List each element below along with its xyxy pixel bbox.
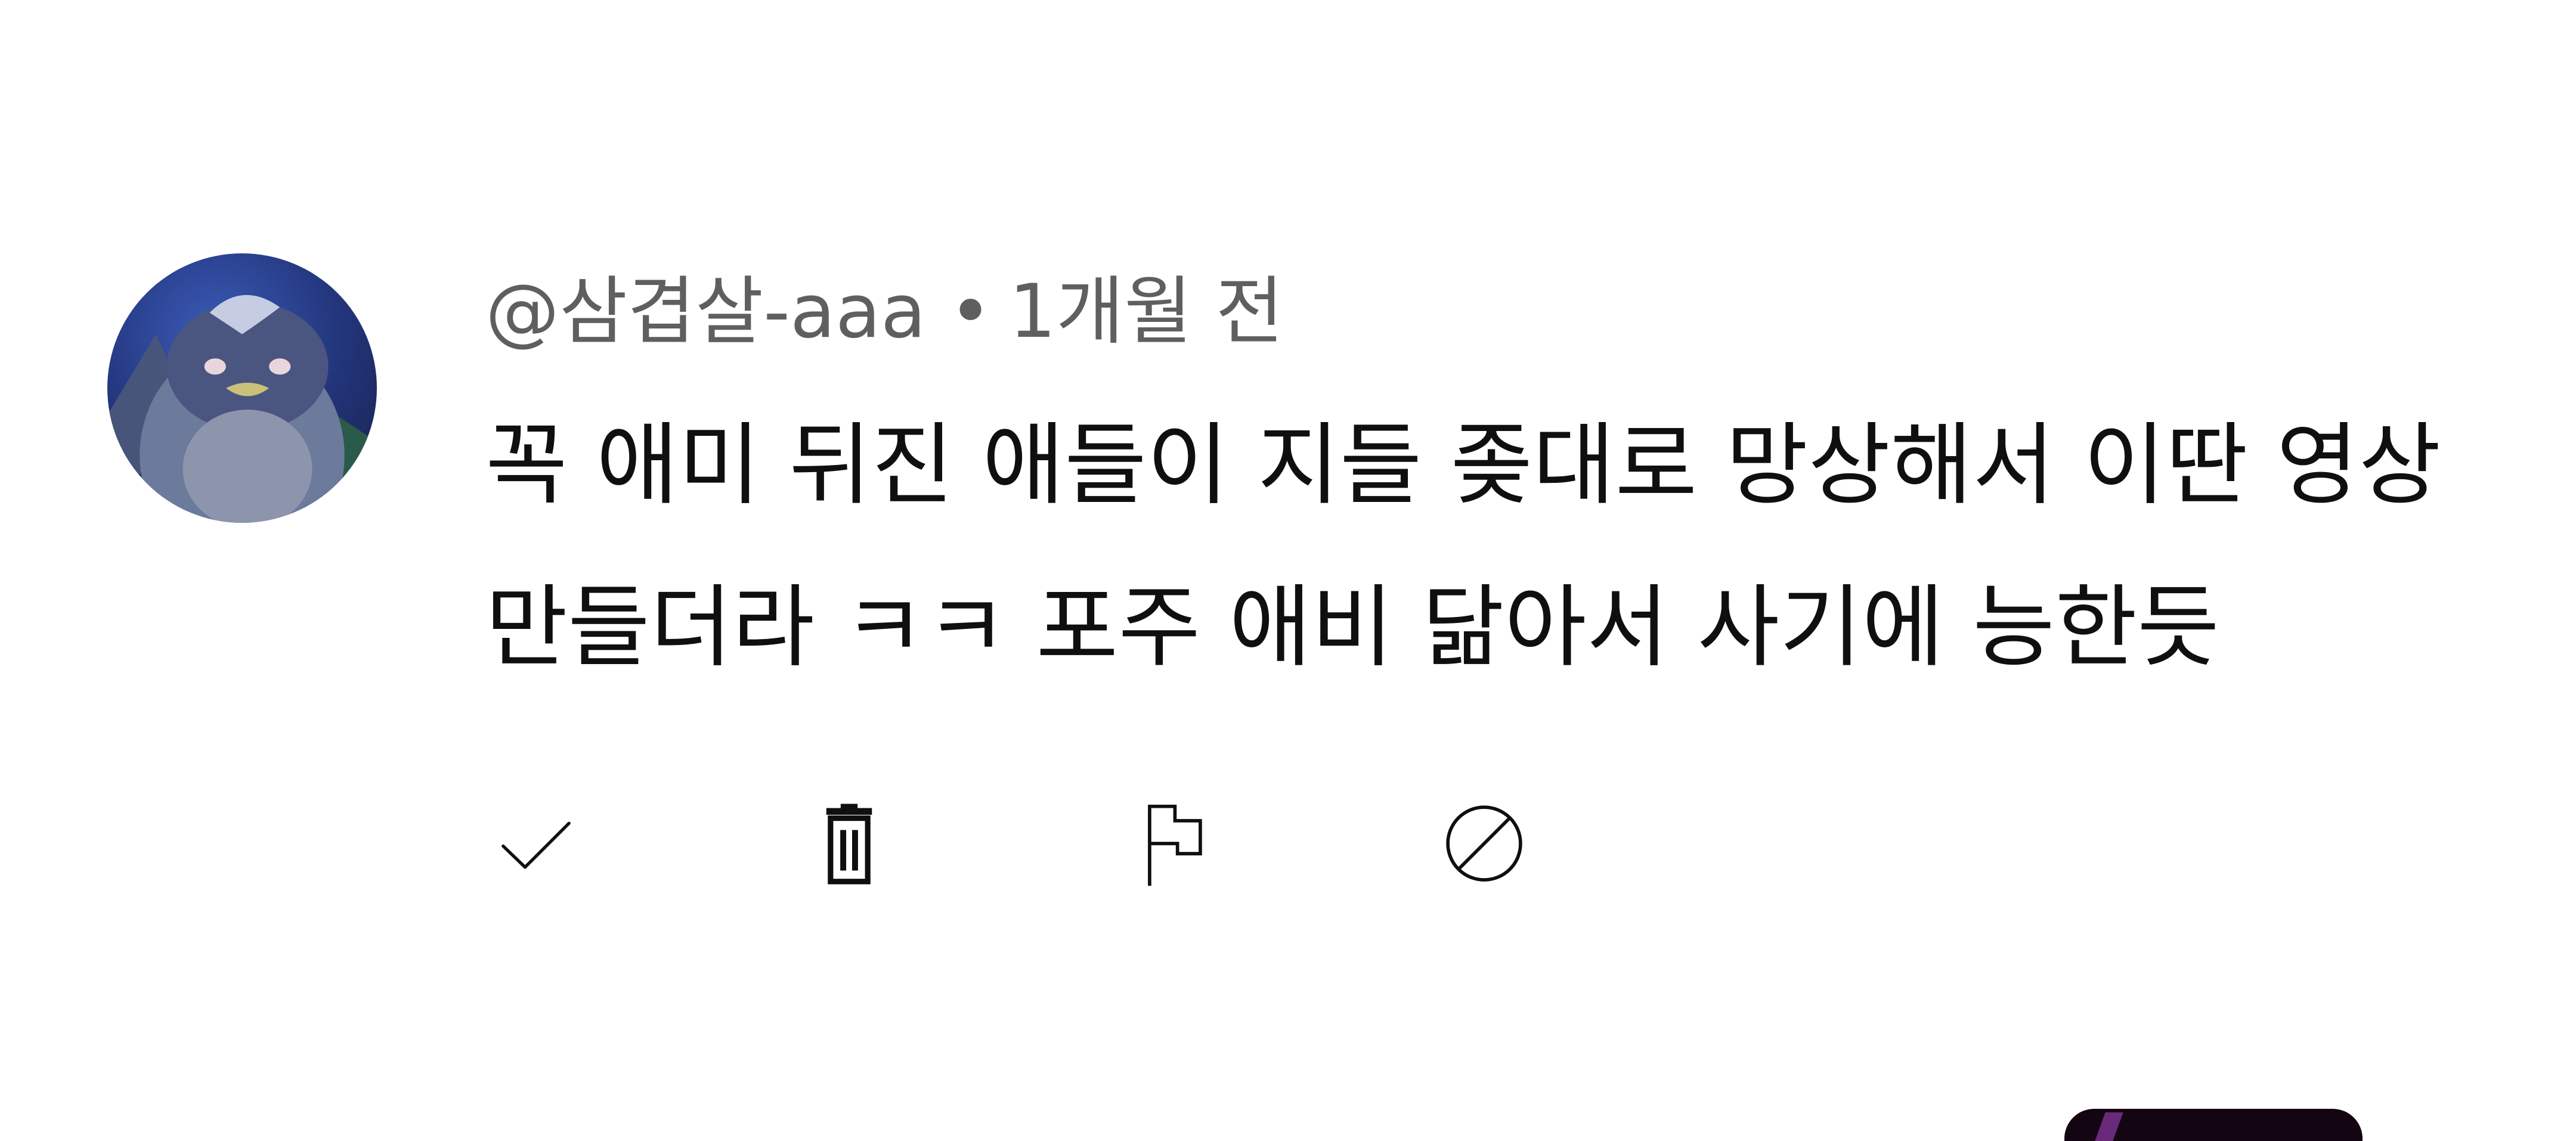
block-button[interactable] xyxy=(1433,793,1535,894)
block-icon xyxy=(1446,805,1522,882)
flag-icon xyxy=(1148,804,1202,886)
avatar-image xyxy=(107,253,377,523)
checkmark-icon xyxy=(501,821,571,869)
comment-timestamp: 1개월 전 xyxy=(1009,269,1284,355)
comment-text-line: 만들더라 ㅋㅋ 포주 애비 닮아서 사기에 능한듯 xyxy=(485,576,2220,680)
comment-item: @삼겹살-aaa • 1개월 전 꼭 애미 뒤진 애들이 지들 좆대로 망상해서… xyxy=(0,0,2576,1141)
comment-meta: @삼겹살-aaa • 1개월 전 xyxy=(485,267,1284,356)
moderation-page: @삼겹살-aaa • 1개월 전 꼭 애미 뒤진 애들이 지들 좆대로 망상해서… xyxy=(0,0,2576,1141)
author-handle[interactable]: @삼겹살-aaa xyxy=(485,267,926,356)
report-button[interactable] xyxy=(1123,793,1225,894)
approve-button[interactable] xyxy=(485,793,587,894)
avatar[interactable] xyxy=(107,253,377,523)
moderation-actions xyxy=(485,793,1678,894)
comment-text-line: 꼭 애미 뒤진 애들이 지들 좆대로 망상해서 이딴 영상 xyxy=(485,414,2441,517)
comment-text: 꼭 애미 뒤진 애들이 지들 좆대로 망상해서 이딴 영상 만들더라 ㅋㅋ 포주… xyxy=(485,385,2441,709)
delete-button[interactable] xyxy=(798,793,900,894)
trash-icon xyxy=(826,804,872,885)
meta-separator: • xyxy=(948,269,993,355)
next-item-thumbnail[interactable] xyxy=(2064,1109,2363,1141)
